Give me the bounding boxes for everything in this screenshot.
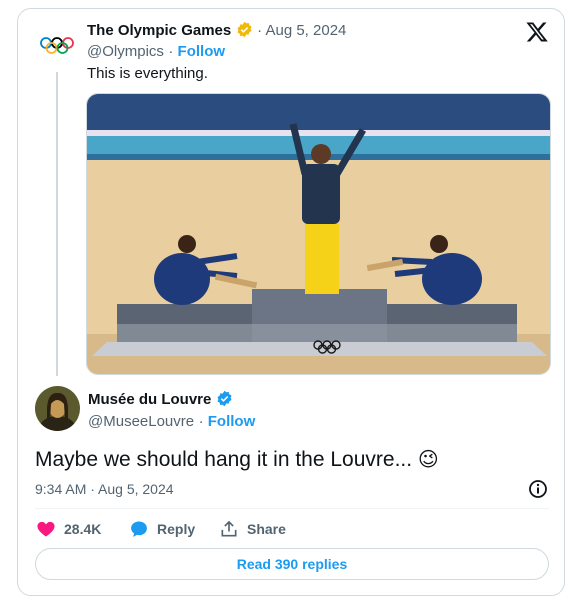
thread-connector-line	[56, 72, 58, 376]
quoted-handle-row: @Olympics · Follow	[87, 43, 226, 60]
tweet-author-row: Musée du Louvre	[88, 390, 233, 409]
tweet-text-row: Maybe we should hang it in the Louvre...…	[35, 447, 439, 472]
reply-icon	[131, 521, 147, 537]
podium-photo[interactable]	[86, 93, 551, 375]
like-button[interactable]: 28.4K	[36, 519, 101, 539]
mona-lisa-avatar-image	[35, 386, 80, 431]
verified-badge-icon	[217, 390, 232, 407]
tweet-text: Maybe we should hang it in the Louvre...	[35, 448, 413, 471]
quoted-date[interactable]: Aug 5, 2024	[265, 22, 346, 39]
tweet-author-name[interactable]: Musée du Louvre	[88, 391, 211, 408]
x-logo-icon[interactable]	[525, 20, 549, 44]
heart-icon	[37, 521, 55, 537]
olympics-avatar[interactable]	[35, 23, 79, 67]
read-replies-label: Read 390 replies	[236, 556, 348, 572]
podium-photo-illustration	[87, 94, 550, 374]
louvre-avatar[interactable]	[35, 386, 80, 431]
share-button[interactable]: Share	[219, 519, 286, 539]
info-icon[interactable]	[528, 479, 548, 499]
quoted-author-name[interactable]: The Olympic Games	[87, 22, 231, 39]
verified-badge-icon	[237, 21, 252, 38]
read-replies-button[interactable]: Read 390 replies	[35, 548, 549, 580]
tweet-timestamp[interactable]: 9:34 AM · Aug 5, 2024	[35, 481, 174, 497]
reply-label: Reply	[157, 521, 196, 537]
olympic-rings-icon	[40, 37, 74, 54]
quoted-handle[interactable]: @Olympics	[87, 43, 164, 60]
tweet-follow-link[interactable]: Follow	[208, 413, 256, 430]
quoted-header: The Olympic Games · Aug 5, 2024	[87, 21, 347, 39]
like-count: 28.4K	[64, 521, 102, 537]
wink-emoji: 😉	[417, 449, 439, 471]
quoted-follow-link[interactable]: Follow	[178, 43, 226, 60]
quoted-text: This is everything.	[87, 65, 208, 82]
tweet-handle[interactable]: @MuseeLouvre	[88, 413, 194, 430]
reply-button[interactable]: Reply	[129, 519, 195, 539]
share-label: Share	[247, 521, 286, 537]
tweet-handle-row: @MuseeLouvre · Follow	[88, 413, 256, 430]
actions-divider	[35, 508, 549, 509]
share-icon	[221, 520, 237, 537]
